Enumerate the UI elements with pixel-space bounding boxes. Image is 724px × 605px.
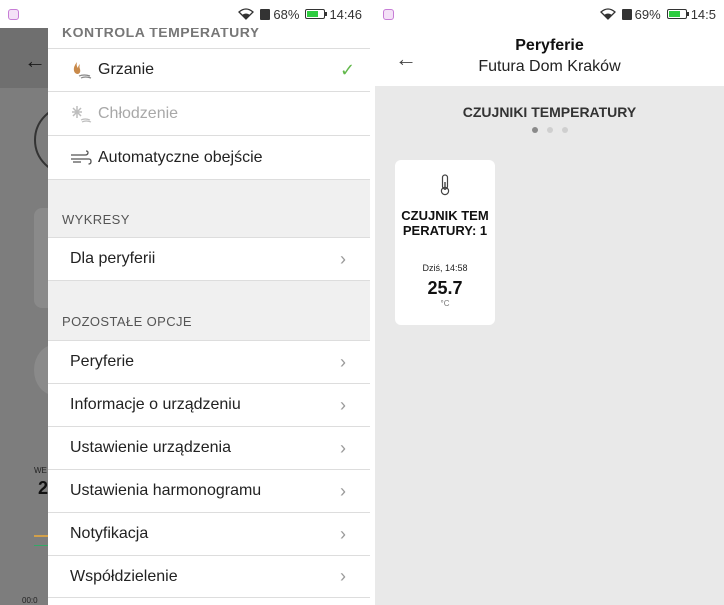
- sensor-card[interactable]: CZUJNIK TEMPERATURY: 1 Dziś, 14:58 25.7 …: [395, 160, 495, 325]
- status-bar: 69% 14:5: [375, 0, 724, 28]
- flame-icon: [70, 60, 98, 80]
- menu-item-device-info[interactable]: Informacje o urządzeniu ›: [48, 383, 370, 426]
- app-notification-icon: [8, 8, 19, 20]
- dimmed-chart-line-2: [34, 545, 48, 546]
- menu-item-cooling[interactable]: Chłodzenie: [48, 91, 370, 135]
- battery-percent: 68%: [273, 6, 300, 22]
- dimmed-time: 00:0: [22, 596, 38, 605]
- battery-icon: [305, 9, 328, 19]
- chevron-right-icon: ›: [340, 248, 346, 269]
- left-screen: 68% 14:46 ← WE 2 00:0 KONTROLA TEMPERATU…: [0, 0, 370, 605]
- chevron-right-icon: ›: [340, 566, 346, 586]
- menu-item-device-settings[interactable]: Ustawienie urządzenia ›: [48, 426, 370, 469]
- menu-item-heating[interactable]: Grzanie ✓: [48, 48, 370, 91]
- thermometer-icon: [395, 174, 495, 201]
- chevron-right-icon: ›: [340, 480, 346, 501]
- menu-item-auto-bypass[interactable]: Automatyczne obejście: [48, 135, 370, 179]
- section-charts: WYKRESY: [48, 179, 370, 237]
- app-header: ← Peryferie Futura Dom Kraków: [375, 28, 724, 86]
- wifi-icon: [238, 8, 255, 20]
- sensor-unit: °C: [440, 299, 450, 308]
- status-time: 14:46: [329, 6, 362, 22]
- chevron-right-icon: ›: [340, 394, 346, 415]
- app-notification-icon: [383, 8, 394, 20]
- page-dot-2[interactable]: [546, 127, 553, 133]
- chevron-right-icon: ›: [340, 523, 346, 544]
- wifi-icon: [599, 8, 616, 20]
- sim-icon: [260, 8, 271, 20]
- right-screen: 69% 14:5 ← Peryferie Futura Dom Kraków C…: [375, 0, 724, 605]
- page-title: Peryferie: [515, 37, 584, 54]
- sensor-name: CZUJNIK TEMPERATURY: 1: [401, 208, 489, 238]
- snowflake-icon: [70, 104, 98, 124]
- page-dot-3[interactable]: [561, 127, 568, 133]
- status-time: 14:5: [690, 6, 716, 22]
- menu-item-schedule-settings[interactable]: Ustawienia harmonogramu ›: [48, 469, 370, 512]
- menu-item-peripherals[interactable]: Peryferie ›: [48, 340, 370, 383]
- page-subtitle: Futura Dom Kraków: [478, 58, 621, 75]
- page-dot-1[interactable]: [531, 127, 538, 133]
- sensor-value: 25.7: [427, 278, 463, 298]
- status-bar: 68% 14:46: [0, 0, 370, 28]
- dimmed-chart-line: [34, 535, 48, 537]
- wind-icon: [70, 149, 98, 166]
- back-arrow-icon: ←: [24, 48, 46, 73]
- section-temperature-control: KONTROLA TEMPERATURY: [62, 28, 260, 40]
- dimmed-weekday: WE: [34, 466, 47, 475]
- section-temperature-sensors: CZUJNIKI TEMPERATURY: [462, 104, 637, 120]
- options-drawer: KONTROLA TEMPERATURY Grzanie ✓ Chłodzeni…: [48, 28, 370, 605]
- page-indicator[interactable]: [375, 127, 724, 133]
- menu-item-sharing[interactable]: Współdzielenie ›: [48, 555, 370, 598]
- sensor-timestamp: Dziś, 14:58: [422, 263, 468, 273]
- battery-percent: 69%: [634, 6, 661, 22]
- menu-item-notifications[interactable]: Notyfikacja ›: [48, 512, 370, 555]
- chevron-right-icon: ›: [340, 437, 346, 458]
- sim-icon: [621, 8, 632, 20]
- dimmed-day: 2: [38, 478, 49, 498]
- battery-icon: [666, 9, 689, 19]
- checkmark-icon: ✓: [340, 59, 356, 80]
- menu-item-peripheral-charts[interactable]: Dla peryferii ›: [48, 237, 370, 280]
- chevron-right-icon: ›: [340, 351, 346, 372]
- section-other-options: POZOSTAŁE OPCJE: [48, 280, 370, 340]
